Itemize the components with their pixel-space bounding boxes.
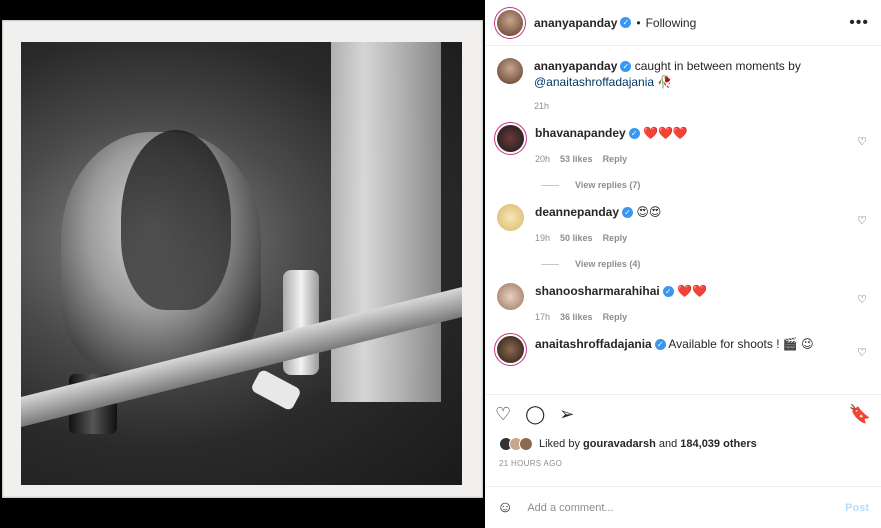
comment-likes[interactable]: 50 likes <box>560 233 593 243</box>
emoji-icon[interactable]: ☺ <box>497 499 513 517</box>
comment-username[interactable]: anaitashroffadajania <box>535 337 652 351</box>
like-heart-icon[interactable]: ♡ <box>495 404 511 425</box>
comment-time[interactable]: 17h <box>535 312 550 322</box>
post-comment-button[interactable]: Post <box>845 502 869 514</box>
caption-mention[interactable]: @anaitashroffadajania <box>534 75 654 89</box>
comment-username[interactable]: deannepanday <box>535 205 619 219</box>
caption-time[interactable]: 21h <box>534 101 801 111</box>
comment-item: anaitashroffadajania ✓ Available for shoo… <box>497 336 869 363</box>
comment-likes[interactable]: 53 likes <box>560 154 593 164</box>
header-separator: • <box>636 15 641 30</box>
add-comment-bar: ☺ Post <box>485 486 881 528</box>
author-avatar[interactable] <box>497 9 523 36</box>
comment-time[interactable]: 19h <box>535 233 550 243</box>
liked-by-prefix: Liked by <box>539 438 580 450</box>
comment-like-heart-icon[interactable]: ♡ <box>857 293 867 306</box>
likes-count[interactable]: 184,039 others <box>680 438 756 450</box>
replies-divider <box>541 184 559 186</box>
photo-phone <box>250 368 302 412</box>
author-username[interactable]: ananyapanday <box>534 16 617 30</box>
post-actions: ♡ ◯ ➢ 🔖 <box>485 394 881 434</box>
comment-item: bhavanapandey ✓ ❤️❤️❤️ 20h 53 likes Reply… <box>497 125 869 164</box>
comment-username[interactable]: shanoosharmarahihai <box>535 284 660 298</box>
verified-icon: ✓ <box>622 207 634 219</box>
photo-hair <box>121 130 231 310</box>
view-replies-label: View replies (4) <box>575 259 641 269</box>
photo-window-light <box>331 42 441 402</box>
comment-like-heart-icon[interactable]: ♡ <box>857 214 867 227</box>
verified-icon: ✓ <box>620 61 632 73</box>
comment-meta: 17h 36 likes Reply <box>535 312 707 322</box>
comment-text: 😍😍 <box>636 205 662 219</box>
post-dialog: ananyapanday ✓ • Following ••• ananyapan… <box>0 0 881 528</box>
reply-button[interactable]: Reply <box>603 233 628 243</box>
comment-item: shanoosharmarahihai ✓ ❤️❤️ 17h 36 likes R… <box>497 283 869 322</box>
post-media <box>0 0 485 528</box>
post-side-panel: ananyapanday ✓ • Following ••• ananyapan… <box>485 0 881 528</box>
post-header: ananyapanday ✓ • Following ••• <box>485 0 881 46</box>
comment-meta: 19h 50 likes Reply <box>535 233 661 243</box>
save-bookmark-icon[interactable]: 🔖 <box>849 404 871 425</box>
comment-meta: 20h 53 likes Reply <box>535 154 688 164</box>
comment-likes[interactable]: 36 likes <box>560 312 593 322</box>
liked-by-user[interactable]: gouravadarsh <box>583 438 656 450</box>
liked-by-and: and <box>658 438 678 450</box>
liker-avatar <box>519 437 533 451</box>
comment-text: ❤️❤️❤️ <box>643 126 688 140</box>
following-button[interactable]: Following <box>646 16 697 30</box>
view-replies-button[interactable]: View replies (7) <box>541 180 869 190</box>
reply-button[interactable]: Reply <box>603 154 628 164</box>
comment-avatar[interactable] <box>497 125 524 152</box>
verified-icon: ✓ <box>662 286 674 298</box>
likes-summary: Liked by gouravadarsh and 184,039 others <box>485 434 881 454</box>
comment-like-heart-icon[interactable]: ♡ <box>857 346 867 359</box>
comment-like-heart-icon[interactable]: ♡ <box>857 135 867 148</box>
more-options-icon[interactable]: ••• <box>849 14 869 32</box>
comments-list[interactable]: ananyapanday ✓ caught in between moments … <box>485 46 881 394</box>
caption: ananyapanday ✓ caught in between moments … <box>497 58 869 111</box>
comment-text: Available for shoots ! 🎬 😉 <box>668 337 814 351</box>
comment-avatar[interactable] <box>497 283 524 310</box>
comment-avatar[interactable] <box>497 204 524 231</box>
comment-item: deannepanday ✓ 😍😍 19h 50 likes Reply ♡ <box>497 204 869 243</box>
comment-time[interactable]: 20h <box>535 154 550 164</box>
comment-input[interactable] <box>527 501 846 514</box>
verified-icon: ✓ <box>620 17 632 28</box>
comment-username[interactable]: bhavanapandey <box>535 126 626 140</box>
post-timestamp[interactable]: 21 HOURS AGO <box>485 454 881 468</box>
verified-icon: ✓ <box>654 339 666 351</box>
rose-emoji: 🥀 <box>657 75 673 89</box>
caption-avatar[interactable] <box>497 58 523 84</box>
caption-text: ananyapanday ✓ caught in between moments … <box>534 58 801 90</box>
caption-username[interactable]: ananyapanday <box>534 59 617 73</box>
verified-icon: ✓ <box>628 128 640 140</box>
view-replies-button[interactable]: View replies (4) <box>541 259 869 269</box>
comment-icon[interactable]: ◯ <box>525 404 545 425</box>
reply-button[interactable]: Reply <box>603 312 628 322</box>
view-replies-label: View replies (7) <box>575 180 641 190</box>
likes-text: Liked by gouravadarsh and 184,039 others <box>539 438 757 450</box>
replies-divider <box>541 263 559 265</box>
caption-body: caught in between moments by <box>634 59 801 73</box>
share-icon[interactable]: ➢ <box>559 404 574 425</box>
comment-text: ❤️❤️ <box>677 284 707 298</box>
post-photo[interactable] <box>21 42 462 485</box>
post-photo-frame <box>2 20 483 498</box>
comment-avatar[interactable] <box>497 336 524 363</box>
liker-avatars[interactable] <box>499 437 533 451</box>
